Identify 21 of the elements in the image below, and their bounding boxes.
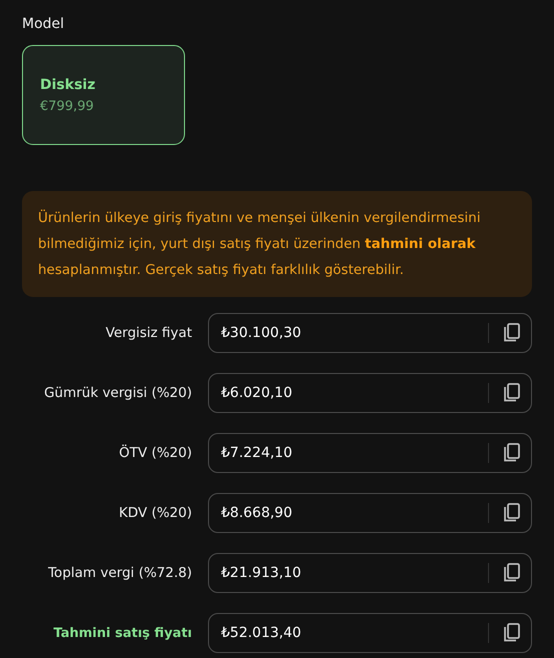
copy-icon[interactable] [503, 323, 521, 343]
copy-icon[interactable] [503, 383, 521, 403]
field-label: Toplam vergi (%72.8) [47, 565, 192, 581]
field-label: Vergisiz fiyat [104, 325, 192, 341]
section-title: Model [22, 16, 66, 34]
model-option[interactable]: Disksiz €799,99 [22, 45, 185, 145]
copy-icon[interactable] [503, 563, 521, 583]
copy-icon[interactable] [503, 623, 521, 643]
price-field[interactable]: ₺6.020,10 [208, 373, 532, 413]
field-label: ÖTV (%20) [118, 445, 192, 461]
copy-icon[interactable] [503, 443, 521, 463]
field-label: Tahmini satış fiyatı [52, 626, 192, 640]
field-label: KDV (%20) [118, 505, 192, 521]
price-field[interactable]: ₺52.013,40 [208, 613, 532, 653]
price-field[interactable]: ₺21.913,10 [208, 553, 532, 593]
notice-text: Ürünlerin ülkeye giriş fiyatını ve menşei ülkenin vergilendirmesini bilmediğimiz için, yurt dışı satış fiyatı üzerinden tahmini olarak hesaplanmıştır. Gerçek satış fiyatı farklılık gösterebilir. [22, 191, 532, 297]
price-field[interactable]: ₺8.668,90 [208, 493, 532, 533]
price-field[interactable]: ₺30.100,30 [208, 313, 532, 353]
copy-icon[interactable] [503, 503, 521, 523]
field-label: Gümrük vergisi (%20) [43, 385, 192, 401]
price-field[interactable]: ₺7.224,10 [208, 433, 532, 473]
